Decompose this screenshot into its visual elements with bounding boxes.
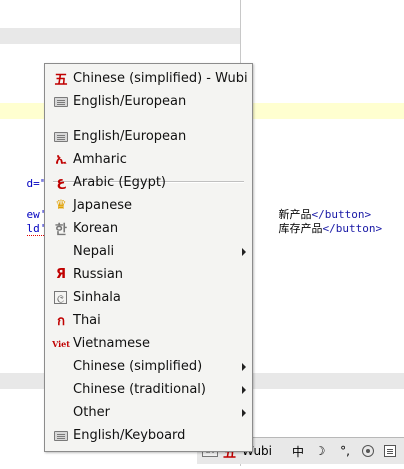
menu-item-chinese-traditional[interactable]: Chinese (traditional) bbox=[46, 378, 251, 401]
thai-icon-glyph: ก bbox=[57, 314, 65, 329]
wubi-icon-glyph: 五 bbox=[54, 73, 68, 88]
menu-icon-lines bbox=[387, 449, 393, 450]
menu-item-label: English/European bbox=[73, 94, 187, 109]
keyboard-shape bbox=[54, 131, 68, 142]
hangul-icon: 한 bbox=[53, 221, 69, 238]
punctuation-button[interactable]: °, bbox=[335, 442, 355, 460]
menu-item-chinese-simplified-wubi[interactable]: 五 Chinese (simplified) - Wubi bbox=[46, 67, 251, 90]
menu-item-label: Japanese bbox=[73, 198, 133, 213]
moon-icon: ☽ bbox=[314, 444, 326, 458]
submenu-arrow-icon bbox=[242, 248, 246, 256]
code-line-3-right: 库存产品</button> bbox=[252, 208, 383, 250]
menu-item-english-keyboard[interactable]: English/Keyboard bbox=[46, 424, 251, 447]
menu-item-label: Russian bbox=[73, 267, 124, 282]
menu-item-label: Sinhala bbox=[73, 290, 121, 305]
sinhala-icon-glyph: ල bbox=[57, 292, 64, 303]
menu-item-japanese[interactable]: ♛ Japanese bbox=[46, 194, 251, 217]
menu-item-label: English/European bbox=[73, 129, 187, 144]
menu-item-label: Chinese (simplified) - Wubi bbox=[73, 71, 248, 86]
keyboard-icon bbox=[53, 428, 69, 444]
menu-item-label: Thai bbox=[73, 313, 101, 328]
menu-item-label: Korean bbox=[73, 221, 119, 236]
menu-item-russian[interactable]: Я Russian bbox=[46, 263, 251, 286]
chinese-mode-button[interactable]: 中 bbox=[289, 442, 307, 460]
crown-icon: ♛ bbox=[53, 198, 69, 214]
menu-item-english-european[interactable]: English/European bbox=[46, 90, 251, 113]
chinese-mode-label: 中 bbox=[291, 444, 304, 459]
menu-item-label: English/Keyboard bbox=[73, 428, 186, 443]
submenu-arrow-icon bbox=[242, 409, 246, 417]
cyrillic-ya-icon: Я bbox=[53, 267, 69, 283]
keyboard-icon bbox=[53, 129, 69, 145]
wubi-icon: 五 bbox=[53, 71, 69, 88]
amharic-icon-glyph: ኢ bbox=[55, 152, 67, 167]
menu-item-label: Other bbox=[73, 405, 110, 420]
sinhala-icon: ල bbox=[54, 291, 67, 304]
menu-item-icon-spacer bbox=[53, 244, 69, 260]
soft-keyboard-icon bbox=[362, 445, 374, 457]
keyboard-button[interactable] bbox=[359, 442, 377, 460]
cyrillic-ya-icon-glyph: Я bbox=[55, 267, 66, 282]
code-line-3-chinese: 库存产品 bbox=[278, 222, 323, 235]
menu-item-korean[interactable]: 한 Korean bbox=[46, 217, 251, 240]
menu-item-other[interactable]: Other bbox=[46, 401, 251, 424]
menu-item-label: Vietnamese bbox=[73, 336, 150, 351]
crown-icon-glyph: ♛ bbox=[55, 198, 67, 213]
menu-item-sinhala[interactable]: ල Sinhala bbox=[46, 286, 251, 309]
menu-item-vietnamese[interactable]: Viet Vietnamese bbox=[46, 332, 251, 355]
code-line-3-close-tag: </button> bbox=[322, 222, 383, 235]
submenu-arrow-icon bbox=[242, 363, 246, 371]
menu-item-label: Chinese (simplified) bbox=[73, 359, 203, 374]
menu-item-icon-spacer bbox=[53, 405, 69, 421]
menu-item-nepali[interactable]: Nepali bbox=[46, 240, 251, 263]
menu-item-label: Arabic (Egypt) bbox=[73, 175, 166, 190]
menu-item-label: Nepali bbox=[73, 244, 115, 259]
punctuation-icon: °, bbox=[340, 444, 350, 458]
menu-item-arabic-egypt[interactable]: ع Arabic (Egypt) bbox=[46, 171, 251, 194]
input-method-menu: 五 Chinese (simplified) - Wubi English/Euro… bbox=[44, 63, 253, 452]
keyboard-shape bbox=[54, 96, 68, 107]
half-width-button[interactable]: ☽ bbox=[311, 442, 329, 460]
viet-icon: Viet bbox=[52, 336, 70, 352]
soft-keyboard-icon-dot bbox=[366, 449, 370, 453]
arabic-icon-glyph: ع bbox=[56, 175, 66, 190]
menu-item-icon-spacer bbox=[53, 359, 69, 375]
menu-item-label: Chinese (traditional) bbox=[73, 382, 206, 397]
menu-item-icon-spacer bbox=[53, 382, 69, 398]
thai-icon: ก bbox=[53, 313, 69, 329]
menu-item-english-european[interactable]: English/European bbox=[46, 125, 251, 148]
menu-item-thai[interactable]: ก Thai bbox=[46, 309, 251, 332]
menu-icon bbox=[384, 445, 396, 457]
viet-icon-glyph: Viet bbox=[52, 338, 70, 349]
menu-item-chinese-simplified[interactable]: Chinese (simplified) bbox=[46, 355, 251, 378]
menu-button[interactable] bbox=[381, 442, 399, 460]
editor-highlight-line bbox=[0, 28, 240, 44]
menu-item-label: Amharic bbox=[73, 152, 127, 167]
amharic-icon: ኢ bbox=[53, 152, 69, 168]
hangul-icon-glyph: 한 bbox=[55, 223, 67, 238]
arabic-icon: ع bbox=[53, 175, 69, 191]
keyboard-icon bbox=[53, 94, 69, 110]
keyboard-shape bbox=[54, 430, 68, 441]
menu-item-amharic[interactable]: ኢ Amharic bbox=[46, 148, 251, 171]
submenu-arrow-icon bbox=[242, 386, 246, 394]
